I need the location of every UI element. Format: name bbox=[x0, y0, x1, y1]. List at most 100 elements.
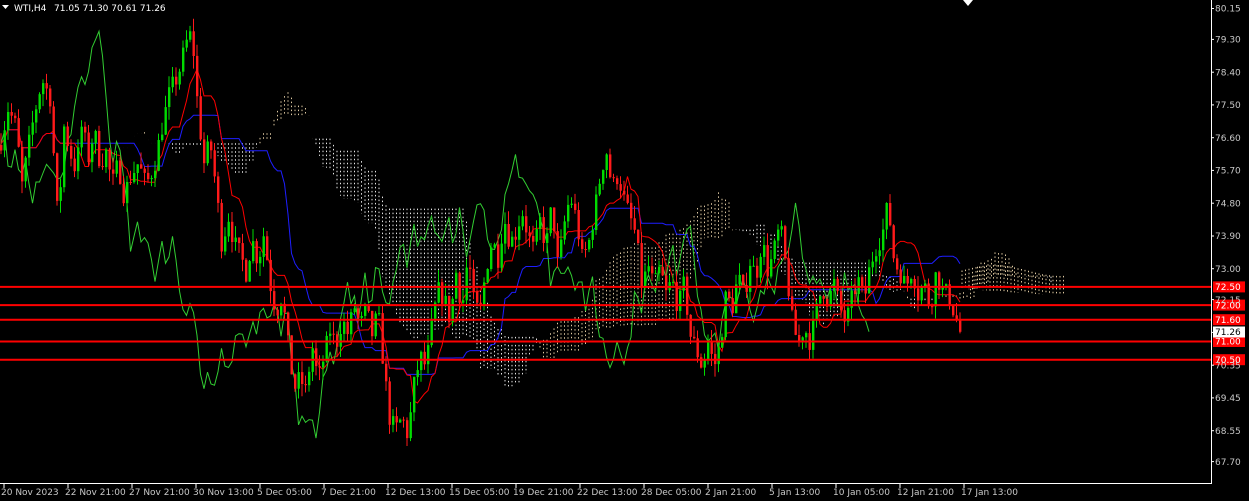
x-tick-label: 22 Dec 13:00 bbox=[577, 488, 638, 498]
candle-body bbox=[535, 229, 538, 242]
candle-body bbox=[231, 221, 234, 242]
candle-body bbox=[213, 150, 216, 177]
candle-body bbox=[66, 126, 69, 146]
candle-body bbox=[402, 419, 405, 421]
candle-body bbox=[455, 272, 458, 299]
candle-body bbox=[612, 177, 615, 179]
candle-body bbox=[602, 170, 605, 184]
candle-body bbox=[833, 278, 836, 291]
y-tick-label: 69.45 bbox=[1215, 394, 1241, 404]
candle-body bbox=[707, 341, 710, 359]
candle-body bbox=[318, 366, 321, 368]
candle-body bbox=[854, 290, 857, 294]
candle-body bbox=[735, 284, 738, 314]
candle-body bbox=[647, 266, 650, 272]
candle-body bbox=[353, 308, 356, 313]
candle-body bbox=[504, 224, 507, 244]
candle-body bbox=[560, 239, 563, 258]
candle-body bbox=[133, 173, 136, 183]
candle-body bbox=[241, 243, 244, 260]
candle-body bbox=[332, 333, 335, 335]
candle-body bbox=[693, 336, 696, 339]
price-axis[interactable]: 80.15 79.30 78.40 77.50 76.60 75.70 74.80 73.90… bbox=[1211, 5, 1245, 468]
candle-body bbox=[17, 118, 20, 147]
candle-body bbox=[577, 210, 580, 240]
candle-body bbox=[119, 160, 122, 184]
candle-body bbox=[514, 236, 517, 240]
x-tick-label: 12 Jan 21:00 bbox=[897, 488, 954, 498]
y-tick-label: 72.15 bbox=[1215, 296, 1241, 306]
candle-body bbox=[469, 267, 472, 269]
candle-body bbox=[126, 182, 129, 204]
candle-body bbox=[570, 203, 573, 205]
candle-body bbox=[819, 296, 822, 304]
candle-body bbox=[0, 145, 3, 151]
candle-body bbox=[427, 345, 430, 365]
current-price-label: 71.26 bbox=[1215, 328, 1241, 338]
candle-body bbox=[465, 267, 468, 301]
candle-body bbox=[122, 183, 125, 204]
candle-body bbox=[147, 172, 150, 180]
y-tick-label: 74.80 bbox=[1215, 199, 1241, 209]
candle-body bbox=[105, 149, 108, 168]
candle-body bbox=[871, 261, 874, 268]
candle-body bbox=[885, 203, 888, 230]
candle-body bbox=[861, 277, 864, 287]
candle-body bbox=[931, 306, 934, 308]
candle-body bbox=[14, 115, 17, 119]
candle-body bbox=[143, 168, 146, 173]
price-chart[interactable]: 72.5072.0071.6071.0070.50 80.1579.3078.4… bbox=[0, 0, 1249, 501]
chart-background bbox=[0, 0, 1249, 501]
candle-body bbox=[882, 229, 885, 251]
candle-body bbox=[889, 203, 892, 226]
candle-body bbox=[140, 164, 143, 169]
ohlc-readout: 71.05 71.30 70.61 71.26 bbox=[54, 4, 166, 14]
y-tick-label: 76.60 bbox=[1215, 134, 1241, 144]
candle-body bbox=[644, 271, 647, 287]
candle-body bbox=[539, 217, 542, 229]
candle-body bbox=[395, 416, 398, 423]
candle-body bbox=[238, 237, 241, 244]
candle-body bbox=[255, 241, 258, 264]
candle-body bbox=[294, 374, 297, 389]
candle-body bbox=[497, 244, 500, 268]
candle-body bbox=[423, 351, 426, 365]
y-tick-label: 68.55 bbox=[1215, 427, 1241, 437]
candle-body bbox=[164, 107, 167, 135]
x-tick-label: 20 Nov 2023 bbox=[1, 488, 59, 498]
candle-body bbox=[73, 158, 76, 172]
candle-body bbox=[595, 194, 598, 230]
candle-body bbox=[28, 134, 31, 158]
candle-body bbox=[749, 265, 752, 292]
candle-body bbox=[574, 203, 577, 210]
candle-body bbox=[56, 153, 59, 201]
candle-body bbox=[528, 232, 531, 236]
candle-body bbox=[38, 94, 41, 110]
candle-body bbox=[794, 309, 797, 335]
candle-body bbox=[910, 279, 913, 284]
candle-body bbox=[357, 308, 360, 318]
candle-body bbox=[654, 273, 657, 275]
candle-body bbox=[21, 146, 24, 182]
candle-body bbox=[952, 305, 955, 316]
candle-body bbox=[483, 282, 486, 305]
candle-body bbox=[185, 39, 188, 48]
candle-body bbox=[360, 316, 363, 318]
candle-body bbox=[115, 160, 118, 174]
candle-body bbox=[518, 226, 521, 240]
candle-body bbox=[31, 122, 34, 135]
y-tick-label: 79.30 bbox=[1215, 36, 1241, 46]
candle-body bbox=[136, 164, 139, 173]
candle-body bbox=[87, 132, 90, 163]
level-price-label: 71.00 bbox=[1215, 338, 1241, 348]
candle-body bbox=[7, 112, 10, 131]
candle-body bbox=[752, 265, 755, 267]
candle-body bbox=[581, 239, 584, 249]
candle-body bbox=[108, 149, 111, 170]
candle-body bbox=[448, 295, 451, 323]
y-tick-label: 75.70 bbox=[1215, 167, 1241, 177]
candle-body bbox=[892, 225, 895, 259]
symbol-label[interactable]: WTI,H4 bbox=[14, 4, 47, 14]
candle-body bbox=[798, 335, 801, 342]
candle-body bbox=[616, 178, 619, 185]
